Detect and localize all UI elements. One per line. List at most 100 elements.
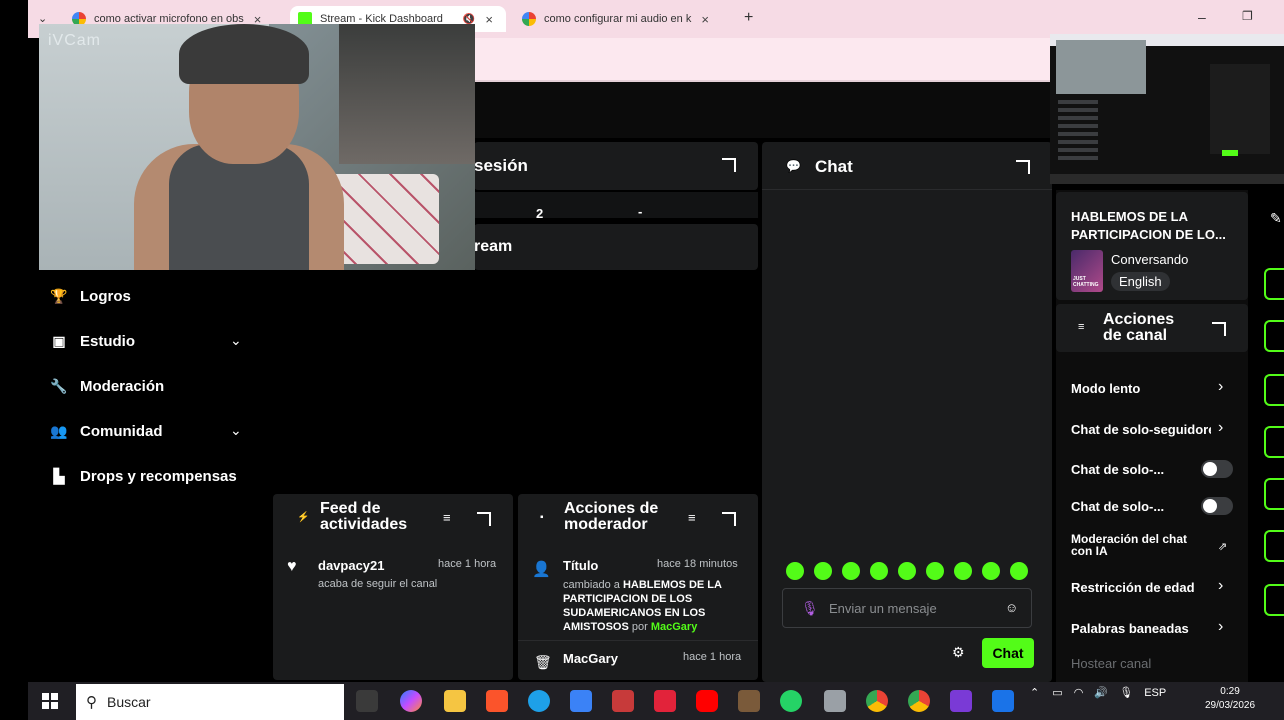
feed-item-time: hace 1 hora bbox=[438, 558, 497, 570]
popout-icon[interactable] bbox=[722, 158, 736, 172]
sidebar-item-comunidad[interactable]: 👥 Comunidad bbox=[50, 419, 162, 443]
quick-action-button[interactable] bbox=[1264, 478, 1284, 510]
task-view-icon[interactable] bbox=[356, 690, 378, 712]
chevron-right-icon[interactable]: › bbox=[1218, 577, 1223, 595]
channel-action-solo-seguidores[interactable]: Chat de solo-seguidores bbox=[1071, 422, 1211, 437]
store-icon[interactable] bbox=[570, 690, 592, 712]
mod-actions-title: Acciones de moderador bbox=[564, 500, 659, 533]
system-tray[interactable]: ⌃ ▭ ◠ 🔊 🎙 ESP bbox=[1030, 686, 1166, 699]
chevron-down-icon[interactable]: ⌄ bbox=[230, 332, 246, 348]
channel-action-modo-lento[interactable]: Modo lento bbox=[1071, 381, 1140, 396]
gear-icon[interactable]: ⚙ bbox=[952, 644, 965, 661]
sidebar-item-moderacion[interactable]: 🔧 Moderación bbox=[50, 374, 164, 398]
new-tab-button[interactable]: + bbox=[744, 9, 753, 27]
emoji-icon[interactable]: ☺ bbox=[1005, 600, 1018, 615]
studio-icon: ▣ bbox=[52, 332, 66, 349]
chevron-right-icon[interactable]: › bbox=[1218, 419, 1223, 437]
app-icon[interactable] bbox=[612, 690, 634, 712]
obs-icon[interactable] bbox=[738, 690, 760, 712]
wps-icon[interactable] bbox=[654, 690, 676, 712]
quick-action-button[interactable] bbox=[1264, 268, 1284, 300]
popout-icon[interactable] bbox=[722, 512, 736, 526]
filter-icon[interactable]: ≡ bbox=[688, 510, 696, 525]
channel-action-restriccion-edad[interactable]: Restricción de edad bbox=[1071, 580, 1195, 595]
mod-item-time: hace 1 hora bbox=[683, 651, 742, 663]
chat-input[interactable]: 🎙 Enviar un mensaje ☺ bbox=[782, 588, 1032, 628]
windows-start-icon[interactable] bbox=[42, 693, 58, 709]
external-link-icon[interactable]: ⇗ bbox=[1218, 540, 1227, 553]
brave-icon[interactable] bbox=[486, 690, 508, 712]
edge-icon[interactable] bbox=[528, 690, 550, 712]
quick-action-button[interactable] bbox=[1264, 374, 1284, 406]
chevron-right-icon[interactable]: › bbox=[1218, 618, 1223, 636]
app-icon[interactable] bbox=[992, 690, 1014, 712]
chevron-down-icon[interactable]: ⌄ bbox=[230, 422, 246, 438]
filter-icon[interactable]: ≡ bbox=[443, 510, 451, 525]
session-stats-row: 2 - bbox=[474, 192, 758, 221]
youtube-icon[interactable] bbox=[696, 690, 718, 712]
chrome-icon[interactable] bbox=[908, 690, 930, 712]
webcam-person-hat bbox=[179, 24, 309, 84]
category-thumbnail[interactable]: JUST CHATTING bbox=[1071, 250, 1103, 292]
preview-accent bbox=[1222, 150, 1238, 156]
wrench-icon: 🔧 bbox=[50, 377, 68, 394]
toggle-switch[interactable] bbox=[1201, 497, 1233, 515]
close-tab-icon[interactable]: × bbox=[701, 12, 709, 27]
popout-icon[interactable] bbox=[1212, 322, 1226, 336]
emote-row[interactable] bbox=[786, 562, 1038, 585]
mod-item-label[interactable]: MacGary bbox=[563, 651, 618, 666]
chat-send-button[interactable]: Chat bbox=[982, 638, 1034, 668]
browser-address-bar[interactable] bbox=[474, 38, 1050, 82]
clock-time: 0:29 bbox=[1220, 686, 1240, 697]
microphone-icon[interactable]: 🎙 bbox=[801, 600, 819, 617]
sidebar-item-label: Drops y recompensas bbox=[80, 467, 237, 485]
close-tab-icon[interactable]: × bbox=[485, 12, 493, 27]
chevron-right-icon[interactable]: › bbox=[1218, 378, 1223, 396]
sidebar-item-estudio[interactable]: ▣ Estudio bbox=[50, 329, 135, 353]
app-icon[interactable] bbox=[950, 690, 972, 712]
search-icon: ⚲ bbox=[86, 694, 97, 711]
preview-webcam bbox=[1056, 40, 1146, 94]
whatsapp-icon[interactable] bbox=[780, 690, 802, 712]
copilot-icon[interactable] bbox=[400, 690, 422, 712]
channel-action-ia-moderation[interactable]: Moderación del chat con IA bbox=[1071, 533, 1211, 557]
feed-item-user[interactable]: davpacy21 bbox=[318, 558, 385, 573]
toggle-switch[interactable] bbox=[1201, 460, 1233, 478]
quick-action-button[interactable] bbox=[1264, 426, 1284, 458]
quick-action-button[interactable] bbox=[1264, 584, 1284, 616]
minimize-window-icon[interactable]: – bbox=[1198, 9, 1206, 25]
heart-icon: ♥ bbox=[287, 558, 297, 575]
volume-icon[interactable]: 🔊 bbox=[1094, 687, 1108, 699]
sliders-icon: ≡ bbox=[1078, 321, 1085, 333]
stream-info-card: HABLEMOS DE LA PARTICIPACION DE LO... JU… bbox=[1056, 192, 1248, 300]
channel-action-palabras-baneadas[interactable]: Palabras baneadas bbox=[1071, 621, 1189, 636]
popout-icon[interactable] bbox=[477, 512, 491, 526]
trash-icon: 🗑 bbox=[534, 654, 552, 670]
feed-title: Feed de actividades bbox=[320, 500, 408, 533]
channel-action-hostear[interactable]: Hostear canal bbox=[1071, 656, 1151, 671]
chrome-icon[interactable] bbox=[866, 690, 888, 712]
input-language[interactable]: ESP bbox=[1144, 687, 1166, 699]
mod-user-link[interactable]: MacGary bbox=[651, 621, 697, 633]
camera-icon[interactable] bbox=[824, 690, 846, 712]
stream-category[interactable]: Conversando bbox=[1111, 252, 1188, 267]
sidebar-item-drops[interactable]: ▙ Drops y recompensas bbox=[50, 464, 237, 488]
chat-header bbox=[762, 142, 1052, 190]
taskbar-search[interactable]: ⚲ Buscar bbox=[76, 684, 344, 720]
chevron-up-icon[interactable]: ⌃ bbox=[1030, 687, 1039, 699]
kick-top-header bbox=[474, 82, 1050, 138]
muted-audio-icon[interactable]: 🔇 bbox=[463, 14, 475, 25]
preview-sidebar bbox=[1058, 96, 1098, 164]
file-explorer-icon[interactable] bbox=[444, 690, 466, 712]
session-title: sesión bbox=[474, 156, 528, 175]
quick-action-button[interactable] bbox=[1264, 530, 1284, 562]
sidebar-item-logros[interactable]: 🏆 Logros bbox=[50, 284, 131, 308]
quick-action-button[interactable] bbox=[1264, 320, 1284, 352]
community-icon: 👥 bbox=[50, 422, 68, 439]
pencil-icon[interactable]: ✎ bbox=[1270, 210, 1282, 227]
popout-icon[interactable] bbox=[1016, 160, 1030, 174]
session-stat-value: 2 bbox=[536, 206, 544, 221]
tab-audio-kick[interactable]: como configurar mi audio en k × bbox=[522, 6, 709, 32]
taskbar-clock[interactable]: 0:29 29/03/2026 bbox=[1205, 685, 1255, 713]
restore-window-icon[interactable]: ❐ bbox=[1242, 9, 1253, 23]
